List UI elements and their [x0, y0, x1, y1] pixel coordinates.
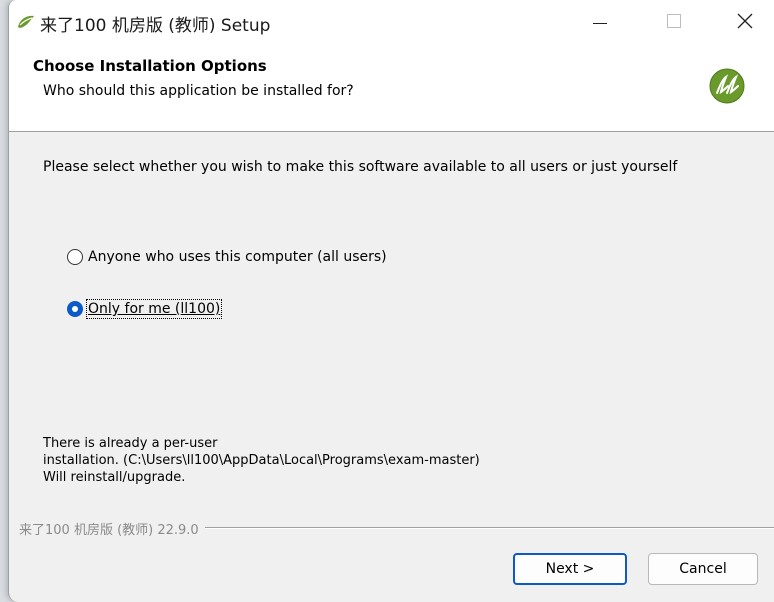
branding-line: 来了100 机房版 (教师) 22.9.0 [19, 518, 774, 538]
branding-text: 来了100 机房版 (教师) 22.9.0 [19, 522, 199, 538]
next-button[interactable]: Next > [513, 553, 627, 585]
existing-installation-info: There is already a per-user installation… [43, 435, 480, 486]
option-all-users[interactable]: Anyone who uses this computer (all users… [67, 246, 387, 268]
brand-logo-icon [709, 68, 745, 104]
installer-window: 来了100 机房版 (教师) Setup Choose Installation… [8, 0, 774, 602]
maximize-button[interactable] [645, 0, 703, 44]
page-title: Choose Installation Options [33, 57, 267, 75]
option-all-users-label[interactable]: Anyone who uses this computer (all users… [88, 249, 387, 265]
window-title: 来了100 机房版 (教师) Setup [40, 16, 271, 36]
instruction-text: Please select whether you wish to make t… [43, 159, 678, 175]
title-bar[interactable]: 来了100 机房版 (教师) Setup [9, 0, 774, 44]
close-button[interactable] [715, 0, 773, 44]
divider [204, 527, 774, 529]
info-line: There is already a per-user [43, 436, 218, 451]
option-only-me-label[interactable]: Only for me (ll100) [85, 299, 223, 319]
main-content: Please select whether you wish to make t… [9, 132, 774, 602]
cancel-button[interactable]: Cancel [648, 553, 758, 585]
radio-only-me[interactable] [67, 301, 83, 317]
page-header: Choose Installation Options Who should t… [9, 44, 774, 132]
info-line: installation. (C:\Users\ll100\AppData\Lo… [43, 453, 480, 468]
app-logo-icon [18, 15, 34, 28]
close-icon [737, 13, 753, 29]
radio-all-users[interactable] [67, 249, 83, 265]
info-line: Will reinstall/upgrade. [43, 470, 186, 485]
minimize-button[interactable] [571, 0, 629, 44]
option-only-me[interactable]: Only for me (ll100) [67, 298, 223, 320]
page-subtitle: Who should this application be installed… [43, 83, 354, 99]
